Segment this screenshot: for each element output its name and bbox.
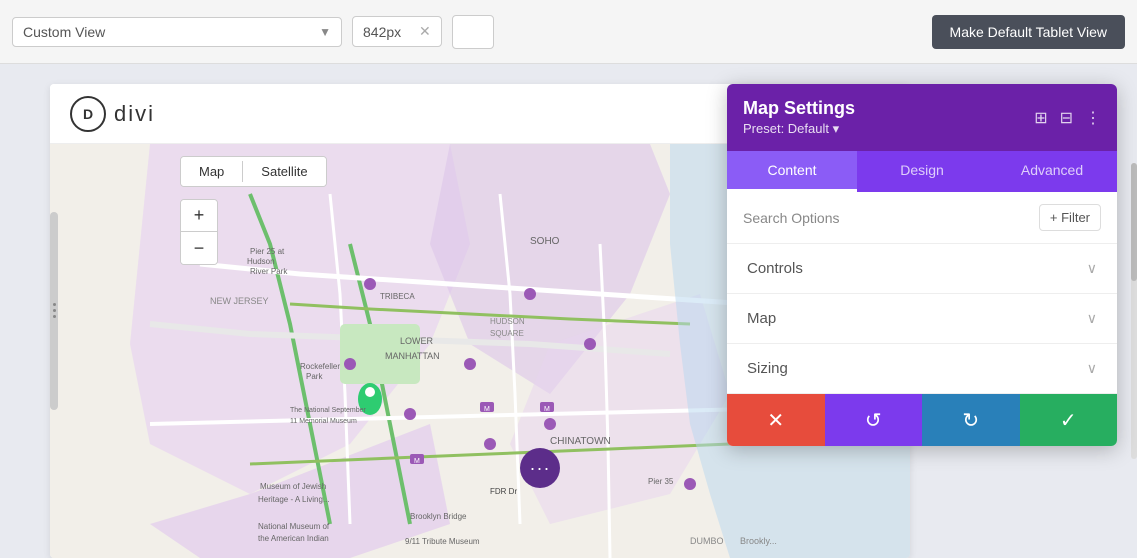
accordion-map-label: Map	[747, 310, 776, 327]
svg-text:River Park: River Park	[250, 267, 288, 276]
view-select-arrow-icon: ▼	[319, 25, 331, 39]
svg-text:9/11 Tribute Museum: 9/11 Tribute Museum	[405, 537, 480, 546]
accordion-controls: Controls ∨	[727, 244, 1117, 294]
logo-text: divi	[114, 101, 155, 127]
settings-title-group: Map Settings Preset: Default ▾	[743, 98, 855, 137]
width-close-icon[interactable]: ✕	[419, 23, 431, 40]
svg-text:LOWER: LOWER	[400, 336, 434, 346]
action-bar: ✕ ↺ ↻ ✓	[727, 394, 1117, 446]
search-options-label[interactable]: Search Options	[743, 210, 840, 226]
reset-button[interactable]: ↺	[825, 394, 923, 446]
accordion-controls-arrow-icon: ∨	[1087, 260, 1097, 277]
settings-panel: Map Settings Preset: Default ▾ ⊞ ⊟ ⋮ Con…	[727, 84, 1117, 446]
accordion-map-header[interactable]: Map ∨	[727, 294, 1117, 343]
svg-text:Heritage - A Living...: Heritage - A Living...	[258, 495, 330, 504]
svg-text:11 Memorial Museum: 11 Memorial Museum	[290, 418, 357, 425]
svg-text:Pier 25 at: Pier 25 at	[250, 247, 285, 256]
svg-text:Museum of Jewish: Museum of Jewish	[260, 482, 326, 491]
svg-text:the American Indian: the American Indian	[258, 534, 329, 543]
view-select-label: Custom View	[23, 24, 105, 40]
resize-handle[interactable]	[50, 212, 58, 410]
accordion-map: Map ∨	[727, 294, 1117, 344]
svg-text:MANHATTAN: MANHATTAN	[385, 351, 440, 361]
satellite-tab[interactable]: Satellite	[243, 157, 325, 186]
zoom-in-btn[interactable]: +	[181, 200, 217, 232]
tab-content[interactable]: Content	[727, 151, 857, 192]
extra-input-box[interactable]	[452, 15, 494, 49]
accordion-sizing-label: Sizing	[747, 360, 788, 377]
zoom-controls: + −	[180, 199, 218, 265]
search-bar: Search Options + Filter	[727, 192, 1117, 244]
resize-dot-3	[53, 315, 56, 318]
svg-text:Rockefeller: Rockefeller	[300, 362, 340, 371]
logo-circle: D	[70, 96, 106, 132]
svg-text:NEW JERSEY: NEW JERSEY	[210, 296, 269, 306]
svg-text:Brooklyn Bridge: Brooklyn Bridge	[410, 512, 467, 521]
split-icon[interactable]: ⊟	[1060, 108, 1073, 128]
more-icon[interactable]: ⋮	[1085, 108, 1101, 128]
make-default-btn[interactable]: Make Default Tablet View	[932, 15, 1125, 49]
expand-icon[interactable]: ⊞	[1034, 108, 1047, 128]
settings-header: Map Settings Preset: Default ▾ ⊞ ⊟ ⋮	[727, 84, 1117, 151]
zoom-out-btn[interactable]: −	[181, 232, 217, 264]
width-value[interactable]: 842px	[363, 24, 413, 40]
svg-text:Pier 35: Pier 35	[648, 477, 674, 486]
settings-title: Map Settings	[743, 98, 855, 119]
accordion-sizing-header[interactable]: Sizing ∨	[727, 344, 1117, 393]
accordion-map-arrow-icon: ∨	[1087, 310, 1097, 327]
accordion-controls-header[interactable]: Controls ∨	[727, 244, 1117, 293]
resize-dot-2	[53, 309, 56, 312]
floating-menu-btn[interactable]: ···	[520, 448, 560, 488]
svg-text:FDR Dr: FDR Dr	[490, 487, 517, 496]
settings-tabs: Content Design Advanced	[727, 151, 1117, 192]
view-select[interactable]: Custom View ▼	[12, 17, 342, 47]
scrollbar-track[interactable]	[1131, 163, 1137, 459]
top-toolbar: Custom View ▼ 842px ✕ Make Default Table…	[0, 0, 1137, 64]
svg-text:Park: Park	[306, 372, 323, 381]
svg-text:M: M	[414, 458, 420, 465]
cancel-button[interactable]: ✕	[727, 394, 825, 446]
svg-text:SQUARE: SQUARE	[490, 329, 524, 338]
svg-text:SOHO: SOHO	[530, 236, 560, 247]
divi-logo: D divi	[70, 96, 155, 132]
main-area: D divi 🛒 🔍	[0, 64, 1137, 558]
tab-design[interactable]: Design	[857, 151, 987, 192]
settings-header-icons: ⊞ ⊟ ⋮	[1034, 108, 1101, 128]
svg-text:The National September: The National September	[290, 407, 367, 414]
svg-text:HUDSON: HUDSON	[490, 317, 525, 326]
width-input-group: 842px ✕	[352, 16, 442, 47]
svg-text:National Museum of: National Museum of	[258, 522, 330, 531]
tab-advanced[interactable]: Advanced	[987, 151, 1117, 192]
logo-letter: D	[83, 106, 93, 122]
settings-preset[interactable]: Preset: Default ▾	[743, 121, 855, 137]
accordion-sizing: Sizing ∨	[727, 344, 1117, 394]
svg-text:DUMBO: DUMBO	[690, 536, 724, 546]
svg-text:Hudson: Hudson	[247, 257, 275, 266]
map-tab[interactable]: Map	[181, 157, 242, 186]
svg-text:M: M	[484, 406, 490, 413]
redo-button[interactable]: ↻	[922, 394, 1020, 446]
map-toggle: Map Satellite	[180, 156, 327, 187]
save-button[interactable]: ✓	[1020, 394, 1118, 446]
resize-dot-1	[53, 303, 56, 306]
scrollbar-thumb[interactable]	[1131, 163, 1137, 282]
svg-text:CHINATOWN: CHINATOWN	[550, 436, 611, 447]
accordion-controls-label: Controls	[747, 260, 803, 277]
accordion-sizing-arrow-icon: ∨	[1087, 360, 1097, 377]
svg-text:M: M	[544, 406, 550, 413]
svg-text:Brookly...: Brookly...	[740, 536, 777, 546]
filter-btn[interactable]: + Filter	[1039, 204, 1101, 231]
svg-text:TRIBECA: TRIBECA	[380, 292, 415, 301]
